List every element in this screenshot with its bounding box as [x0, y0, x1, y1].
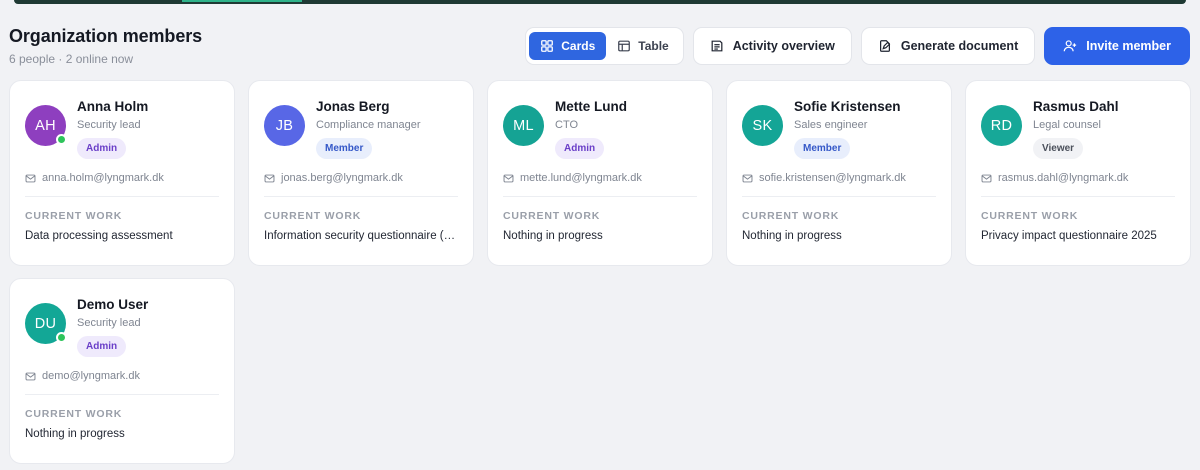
card-divider	[25, 196, 219, 197]
avatar-initials: RD	[990, 117, 1013, 134]
toolbar: Cards Table Activity overview Generate d…	[525, 27, 1190, 65]
generate-document-button[interactable]: Generate document	[860, 27, 1036, 65]
document-edit-icon	[878, 39, 892, 53]
user-plus-icon	[1063, 39, 1077, 53]
avatar-initials: DU	[34, 315, 57, 332]
members-grid: AH Anna Holm Security lead Admin anna.ho…	[9, 80, 1191, 266]
top-progress-bar	[14, 0, 1186, 4]
current-work-value: Nothing in progress	[742, 230, 842, 242]
member-email: demo@lyngmark.dk	[25, 370, 219, 382]
current-work-label: CURRENT WORK	[503, 210, 601, 222]
card-divider	[742, 196, 936, 197]
member-card[interactable]: JB Jonas Berg Compliance manager Member …	[248, 80, 474, 266]
invite-member-label: Invite member	[1086, 39, 1171, 53]
member-email: jonas.berg@lyngmark.dk	[264, 172, 458, 184]
avatar: SK	[742, 105, 783, 146]
current-work-value: Nothing in progress	[503, 230, 603, 242]
member-card[interactable]: SK Sofie Kristensen Sales engineer Membe…	[726, 80, 952, 266]
member-title: Security lead	[77, 119, 141, 131]
member-email: anna.holm@lyngmark.dk	[25, 172, 219, 184]
member-email-text: demo@lyngmark.dk	[42, 370, 140, 382]
avatar: AH	[25, 105, 67, 146]
view-cards-button[interactable]: Cards	[529, 32, 607, 60]
card-divider	[25, 394, 219, 395]
role-badge: Admin	[77, 138, 127, 159]
mail-icon	[981, 173, 992, 184]
role-badge: Viewer	[1033, 138, 1084, 159]
current-work-value: Privacy impact questionnaire 2025	[981, 230, 1157, 242]
member-name: Demo User	[77, 297, 149, 312]
role-badge: Admin	[77, 336, 127, 357]
avatar: RD	[981, 105, 1022, 146]
current-work-value: Nothing in progress	[25, 428, 125, 440]
mail-icon	[25, 173, 36, 184]
member-card[interactable]: AH Anna Holm Security lead Admin anna.ho…	[9, 80, 235, 266]
members-grid-row-2: DU Demo User Security lead Admin demo@ly…	[9, 278, 235, 464]
card-divider	[264, 196, 458, 197]
current-work-label: CURRENT WORK	[264, 210, 362, 222]
avatar-initials: ML	[513, 117, 534, 134]
avatar: ML	[503, 105, 544, 146]
page-header: Organization members 6 people · 2 online…	[9, 26, 202, 66]
role-badge: Admin	[555, 138, 605, 159]
member-email-text: mette.lund@lyngmark.dk	[520, 172, 642, 184]
invite-member-button[interactable]: Invite member	[1044, 27, 1190, 65]
member-title: Sales engineer	[794, 119, 868, 131]
member-title: CTO	[555, 119, 579, 131]
member-email-text: rasmus.dahl@lyngmark.dk	[998, 172, 1129, 184]
activity-list-icon	[710, 39, 724, 53]
activity-overview-label: Activity overview	[732, 39, 835, 53]
member-email: sofie.kristensen@lyngmark.dk	[742, 172, 936, 184]
page-title: Organization members	[9, 26, 203, 46]
view-cards-label: Cards	[561, 39, 596, 53]
current-work-label: CURRENT WORK	[25, 408, 123, 420]
member-card[interactable]: ML Mette Lund CTO Admin mette.lund@lyngm…	[487, 80, 713, 266]
member-name: Sofie Kristensen	[794, 99, 901, 114]
view-toggle: Cards Table	[525, 27, 684, 65]
grid-icon	[540, 39, 554, 53]
member-name: Jonas Berg	[316, 99, 390, 114]
view-table-button[interactable]: Table	[606, 32, 679, 60]
current-work-value: Information security questionnaire (S...	[264, 230, 458, 242]
avatar-initials: JB	[275, 117, 294, 134]
card-divider	[981, 196, 1175, 197]
mail-icon	[503, 173, 514, 184]
online-indicator	[56, 134, 67, 145]
member-title: Security lead	[77, 317, 141, 329]
member-email-text: anna.holm@lyngmark.dk	[42, 172, 164, 184]
role-badge: Member	[794, 138, 851, 159]
current-work-value: Data processing assessment	[25, 230, 173, 242]
avatar: DU	[25, 303, 67, 344]
member-email: rasmus.dahl@lyngmark.dk	[981, 172, 1175, 184]
card-divider	[503, 196, 697, 197]
current-work-label: CURRENT WORK	[742, 210, 840, 222]
mail-icon	[264, 173, 275, 184]
table-icon	[617, 39, 631, 53]
member-title: Compliance manager	[316, 119, 421, 131]
member-email: mette.lund@lyngmark.dk	[503, 172, 697, 184]
member-name: Mette Lund	[555, 99, 627, 114]
avatar-initials: AH	[35, 117, 56, 134]
member-card[interactable]: DU Demo User Security lead Admin demo@ly…	[9, 278, 235, 464]
current-work-label: CURRENT WORK	[981, 210, 1079, 222]
mail-icon	[742, 173, 753, 184]
role-badge: Member	[316, 138, 373, 159]
view-table-label: Table	[638, 39, 669, 53]
activity-overview-button[interactable]: Activity overview	[692, 27, 852, 65]
generate-document-label: Generate document	[900, 39, 1019, 53]
avatar: JB	[264, 105, 305, 146]
page-subtitle: 6 people · 2 online now	[9, 52, 134, 66]
member-card[interactable]: RD Rasmus Dahl Legal counsel Viewer rasm…	[965, 80, 1191, 266]
mail-icon	[25, 371, 36, 382]
avatar-initials: SK	[752, 117, 773, 134]
member-name: Rasmus Dahl	[1033, 99, 1119, 114]
member-email-text: jonas.berg@lyngmark.dk	[281, 172, 403, 184]
member-name: Anna Holm	[77, 99, 149, 114]
member-email-text: sofie.kristensen@lyngmark.dk	[759, 172, 906, 184]
online-indicator	[56, 332, 67, 343]
member-title: Legal counsel	[1033, 119, 1101, 131]
current-work-label: CURRENT WORK	[25, 210, 123, 222]
